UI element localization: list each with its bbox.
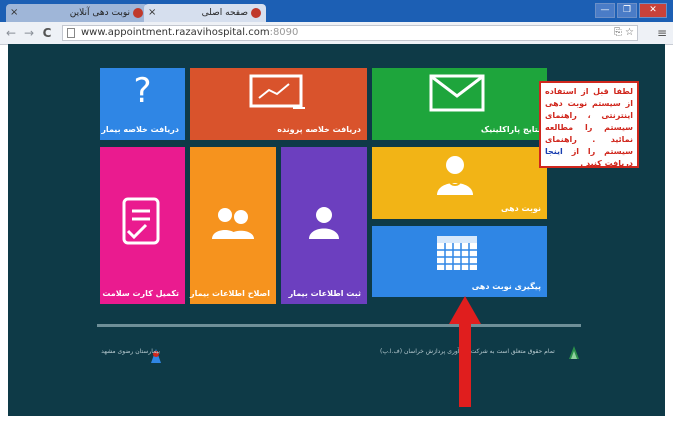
forward-icon[interactable]: → <box>22 25 36 41</box>
notice-after-text: دریافت کنید . <box>580 159 633 168</box>
question-icon: ? <box>133 71 152 111</box>
tile-label: دریافت خلاصه پرونده <box>277 125 361 134</box>
back-icon[interactable]: ← <box>4 25 18 41</box>
menu-icon[interactable]: ≡ <box>657 25 667 41</box>
tile-paraclinic-results[interactable]: نتایج پاراکلینیک <box>372 68 547 140</box>
tile-register-patient[interactable]: ثبت اطلاعات بیمار <box>281 147 367 304</box>
footer-divider <box>97 324 581 327</box>
envelope-icon <box>429 74 485 112</box>
tile-file-summary[interactable]: دریافت خلاصه پرونده <box>190 68 367 140</box>
tab-close-icon[interactable]: × <box>148 4 156 22</box>
maximize-button[interactable]: ❐ <box>617 3 637 18</box>
checklist-document-icon <box>122 197 160 245</box>
tile-health-card[interactable]: تکمیل کارت سلامت <box>100 147 185 304</box>
users-icon <box>212 208 254 239</box>
bookmark-star-icon[interactable]: ⎘ ☆ <box>614 26 634 40</box>
tile-label: نتایج پاراکلینیک <box>480 125 541 134</box>
red-arrow-shaft <box>459 322 471 407</box>
tile-label: اصلاح اطلاعات بیمار <box>190 289 270 298</box>
tile-appointment[interactable]: نوبت دهی <box>372 147 547 219</box>
tile-label: پیگیری نوبت دهی <box>471 282 541 291</box>
tile-edit-patient[interactable]: اصلاح اطلاعات بیمار <box>190 147 276 304</box>
tile-label: نوبت دهی <box>500 204 541 213</box>
doctor-icon <box>437 156 473 195</box>
tab-home[interactable]: صفحه اصلی × <box>144 4 266 22</box>
url-text: www.appointment.razavihospital.com:8090 <box>81 26 298 40</box>
tab-favicon-icon <box>133 8 143 18</box>
usage-notice: لطفا قبل از استفاده از سیستم نوبت دهی ای… <box>539 81 639 168</box>
tab-favicon-icon <box>251 8 261 18</box>
page-icon <box>67 28 75 38</box>
tile-label: تکمیل کارت سلامت <box>102 289 179 298</box>
tab-title: نوبت دهی آنلاین <box>69 8 130 18</box>
window-controls: — ❐ ✕ <box>595 3 667 18</box>
reload-icon[interactable]: C <box>40 25 54 41</box>
browser-toolbar: ← → C www.appointment.razavihospital.com… <box>0 22 673 45</box>
close-window-button[interactable]: ✕ <box>639 3 667 18</box>
tab-online-appointment[interactable]: نوبت دهی آنلاین × <box>6 4 148 22</box>
presentation-board-icon <box>249 74 305 109</box>
address-bar[interactable]: www.appointment.razavihospital.com:8090 … <box>62 25 638 41</box>
minimize-button[interactable]: — <box>595 3 615 18</box>
guide-download-link[interactable]: اینجا <box>545 147 563 156</box>
tile-label: ثبت اطلاعات بیمار <box>288 289 361 298</box>
tile-label: دریافت خلاصه بیمار <box>101 125 179 134</box>
tile-patient-summary[interactable]: ? دریافت خلاصه بیمار <box>100 68 185 140</box>
tile-appointment-tracking[interactable]: پیگیری نوبت دهی <box>372 226 547 297</box>
user-icon <box>309 207 339 239</box>
company-logo-icon <box>569 346 579 359</box>
tab-close-icon[interactable]: × <box>10 4 18 22</box>
red-arrow-head-icon <box>449 296 481 324</box>
url-host: www.appointment.razavihospital.com <box>81 27 270 38</box>
url-port: :8090 <box>269 27 299 38</box>
calendar-icon <box>437 236 477 270</box>
notice-text: لطفا قبل از استفاده از سیستم نوبت دهی ای… <box>545 87 633 156</box>
browser-tab-strip: نوبت دهی آنلاین × صفحه اصلی × — ❐ ✕ <box>0 0 673 22</box>
footer-hospital-name: بیمارستان رضوی مشهد <box>101 348 160 355</box>
tab-title: صفحه اصلی <box>201 8 248 18</box>
